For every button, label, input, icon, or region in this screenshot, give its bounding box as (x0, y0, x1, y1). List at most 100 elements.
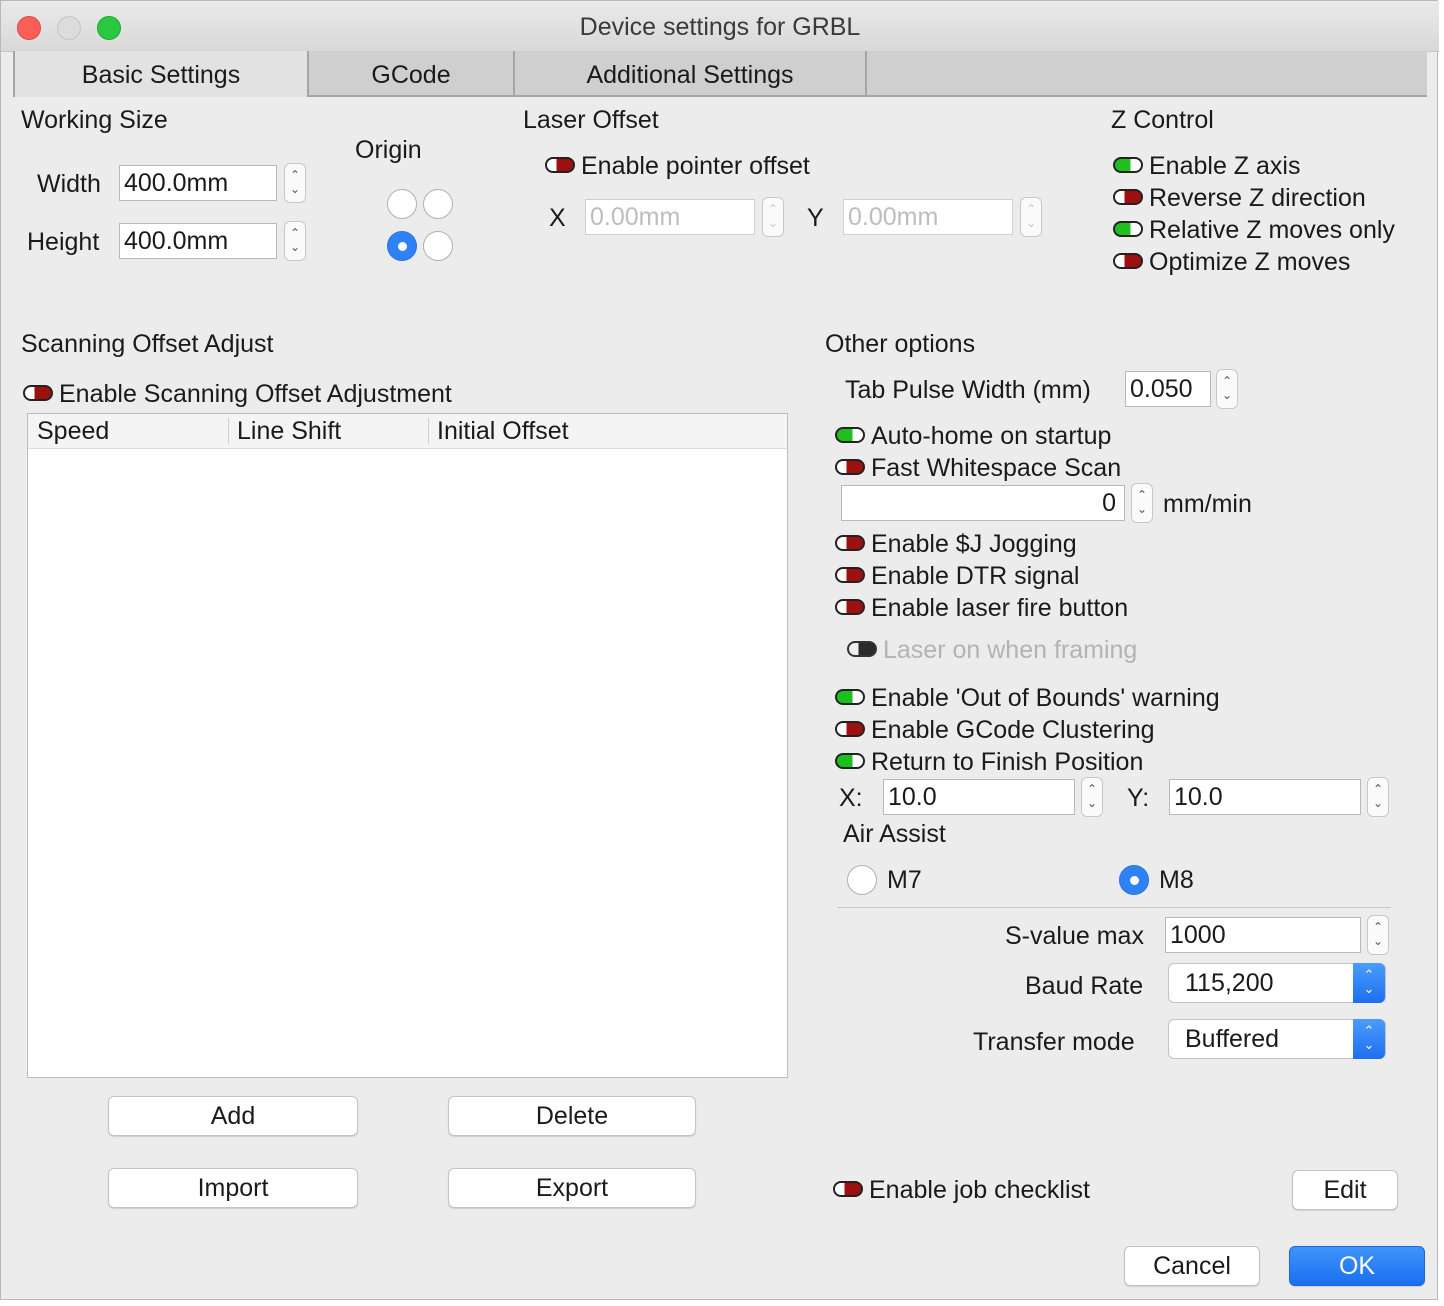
tab-additional-settings[interactable]: Additional Settings (515, 51, 867, 97)
optimize-z-toggle[interactable] (1113, 253, 1143, 269)
transfer-mode-value: Buffered (1185, 1025, 1280, 1053)
return-finish-label: Return to Finish Position (871, 748, 1144, 776)
divider (837, 907, 1391, 908)
tab-gcode[interactable]: GCode (309, 51, 515, 97)
column-initial-offset[interactable]: Initial Offset (437, 416, 569, 446)
fast-whitespace-stepper[interactable]: ⌃ ⌄ (1131, 483, 1153, 523)
fast-whitespace-unit: mm/min (1163, 490, 1252, 518)
chevron-up-down-icon: ⌃ ⌄ (1353, 1019, 1385, 1059)
transfer-mode-select[interactable]: Buffered ⌃ ⌄ (1168, 1019, 1386, 1059)
ok-button[interactable]: OK (1289, 1246, 1425, 1286)
column-line-shift[interactable]: Line Shift (237, 416, 341, 446)
offset-x-label: X (549, 204, 566, 232)
pointer-offset-toggle[interactable] (545, 157, 575, 173)
height-stepper[interactable]: ⌃ ⌄ (284, 221, 306, 261)
import-button[interactable]: Import (108, 1168, 358, 1208)
laser-framing-label: Laser on when framing (883, 636, 1138, 664)
tab-pulse-stepper[interactable]: ⌃ ⌄ (1216, 369, 1238, 409)
out-of-bounds-toggle[interactable] (835, 689, 865, 705)
air-assist-m7-label: M7 (887, 866, 922, 894)
origin-heading: Origin (355, 136, 422, 164)
fast-whitespace-label: Fast Whitespace Scan (871, 454, 1122, 482)
finish-y-stepper[interactable]: ⌃ ⌄ (1367, 777, 1389, 817)
s-value-field[interactable]: 1000 (1165, 917, 1361, 953)
air-assist-m8-label: M8 (1159, 866, 1194, 894)
transfer-mode-label: Transfer mode (973, 1028, 1135, 1056)
relative-z-toggle[interactable] (1113, 221, 1143, 237)
offset-y-label: Y (807, 204, 824, 232)
optimize-z-label: Optimize Z moves (1149, 248, 1351, 276)
fast-whitespace-toggle[interactable] (835, 459, 865, 475)
finish-y-label: Y: (1127, 784, 1150, 812)
width-field[interactable]: 400.0mm (119, 165, 277, 201)
job-checklist-label: Enable job checklist (869, 1176, 1090, 1204)
air-assist-m7-radio[interactable] (847, 865, 877, 895)
origin-top-right-radio[interactable] (423, 189, 453, 219)
jogging-label: Enable $J Jogging (871, 530, 1077, 558)
window-title: Device settings for GRBL (579, 13, 861, 41)
scanning-heading: Scanning Offset Adjust (21, 330, 274, 358)
tab-basic-settings[interactable]: Basic Settings (13, 51, 309, 97)
baud-rate-label: Baud Rate (1025, 972, 1144, 1000)
laser-fire-button-toggle[interactable] (835, 599, 865, 615)
laser-offset-heading: Laser Offset (523, 106, 659, 134)
gcode-clustering-toggle[interactable] (835, 721, 865, 737)
tab-pulse-field[interactable]: 0.050 (1125, 371, 1211, 407)
finish-x-stepper[interactable]: ⌃ ⌄ (1081, 777, 1103, 817)
return-finish-toggle[interactable] (835, 753, 865, 769)
z-control-heading: Z Control (1111, 106, 1214, 134)
edit-checklist-button[interactable]: Edit (1292, 1170, 1398, 1210)
origin-top-left-radio[interactable] (387, 189, 417, 219)
baud-rate-select[interactable]: 115,200 ⌃ ⌄ (1168, 963, 1386, 1003)
offset-y-stepper[interactable]: ⌃ ⌄ (1020, 197, 1042, 237)
reverse-z-label: Reverse Z direction (1149, 184, 1366, 212)
chevron-up-down-icon: ⌃ ⌄ (1353, 963, 1385, 1003)
out-of-bounds-label: Enable 'Out of Bounds' warning (871, 684, 1220, 712)
delete-button[interactable]: Delete (448, 1096, 696, 1136)
auto-home-toggle[interactable] (835, 427, 865, 443)
laser-framing-toggle (847, 641, 877, 657)
baud-rate-value: 115,200 (1185, 969, 1274, 997)
offset-x-field[interactable]: 0.00mm (585, 199, 755, 235)
offset-y-field[interactable]: 0.00mm (843, 199, 1013, 235)
width-label: Width (37, 170, 101, 198)
dtr-label: Enable DTR signal (871, 562, 1080, 590)
column-speed[interactable]: Speed (37, 416, 109, 446)
height-label: Height (27, 228, 100, 256)
finish-x-field[interactable]: 10.0 (883, 779, 1075, 815)
s-value-label: S-value max (1005, 922, 1144, 950)
column-divider (228, 418, 229, 444)
job-checklist-toggle[interactable] (833, 1181, 863, 1197)
gcode-clustering-label: Enable GCode Clustering (871, 716, 1155, 744)
working-size-heading: Working Size (21, 106, 168, 134)
finish-y-field[interactable]: 10.0 (1169, 779, 1361, 815)
relative-z-label: Relative Z moves only (1149, 216, 1395, 244)
offset-x-stepper[interactable]: ⌃ ⌄ (762, 197, 784, 237)
scanning-offset-label: Enable Scanning Offset Adjustment (59, 380, 452, 408)
air-assist-m8-radio[interactable] (1119, 865, 1149, 895)
scanning-offset-table[interactable]: Speed Line Shift Initial Offset (27, 413, 788, 1078)
air-assist-heading: Air Assist (843, 820, 946, 848)
origin-bottom-left-radio[interactable] (387, 231, 417, 261)
laser-fire-button-label: Enable laser fire button (871, 594, 1129, 622)
height-field[interactable]: 400.0mm (119, 223, 277, 259)
fast-whitespace-speed-field[interactable]: 0 (841, 485, 1125, 521)
enable-z-axis-toggle[interactable] (1113, 157, 1143, 173)
pointer-offset-label: Enable pointer offset (581, 152, 810, 180)
auto-home-label: Auto-home on startup (871, 422, 1112, 450)
settings-window: Device settings for GRBL Basic Settings … (0, 0, 1439, 1300)
add-button[interactable]: Add (108, 1096, 358, 1136)
scanning-offset-toggle[interactable] (23, 385, 53, 401)
jogging-toggle[interactable] (835, 535, 865, 551)
s-value-stepper[interactable]: ⌃ ⌄ (1367, 915, 1389, 955)
cancel-button[interactable]: Cancel (1124, 1246, 1260, 1286)
tab-pulse-label: Tab Pulse Width (mm) (845, 376, 1091, 404)
finish-x-label: X: (839, 784, 863, 812)
reverse-z-toggle[interactable] (1113, 189, 1143, 205)
other-options-heading: Other options (825, 330, 976, 358)
origin-bottom-right-radio[interactable] (423, 231, 453, 261)
width-stepper[interactable]: ⌃ ⌄ (284, 163, 306, 203)
table-header: Speed Line Shift Initial Offset (28, 414, 787, 449)
dtr-toggle[interactable] (835, 567, 865, 583)
export-button[interactable]: Export (448, 1168, 696, 1208)
